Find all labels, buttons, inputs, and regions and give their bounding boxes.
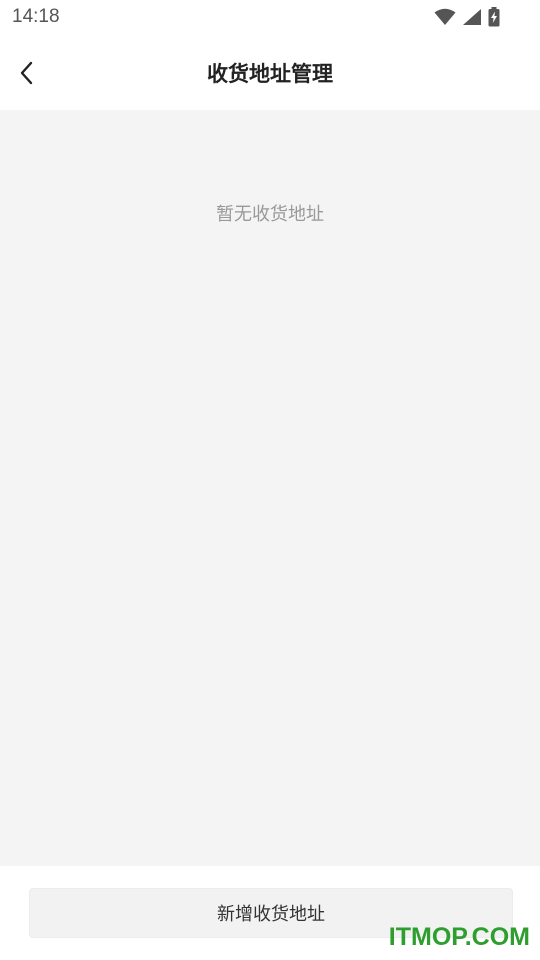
page-title: 收货地址管理 [207, 62, 333, 86]
address-list-area: 暂无收货地址 [0, 110, 540, 866]
empty-state-message: 暂无收货地址 [216, 204, 324, 225]
battery-charging-icon [488, 7, 500, 27]
wifi-icon [434, 8, 456, 25]
nav-bar: 收货地址管理 [0, 36, 540, 110]
status-icons [434, 7, 500, 27]
watermark-logo: ITMOP.COM [388, 923, 530, 951]
status-bar: 14:18 [0, 0, 540, 36]
status-time: 14:18 [12, 6, 60, 27]
signal-icon [463, 9, 481, 25]
